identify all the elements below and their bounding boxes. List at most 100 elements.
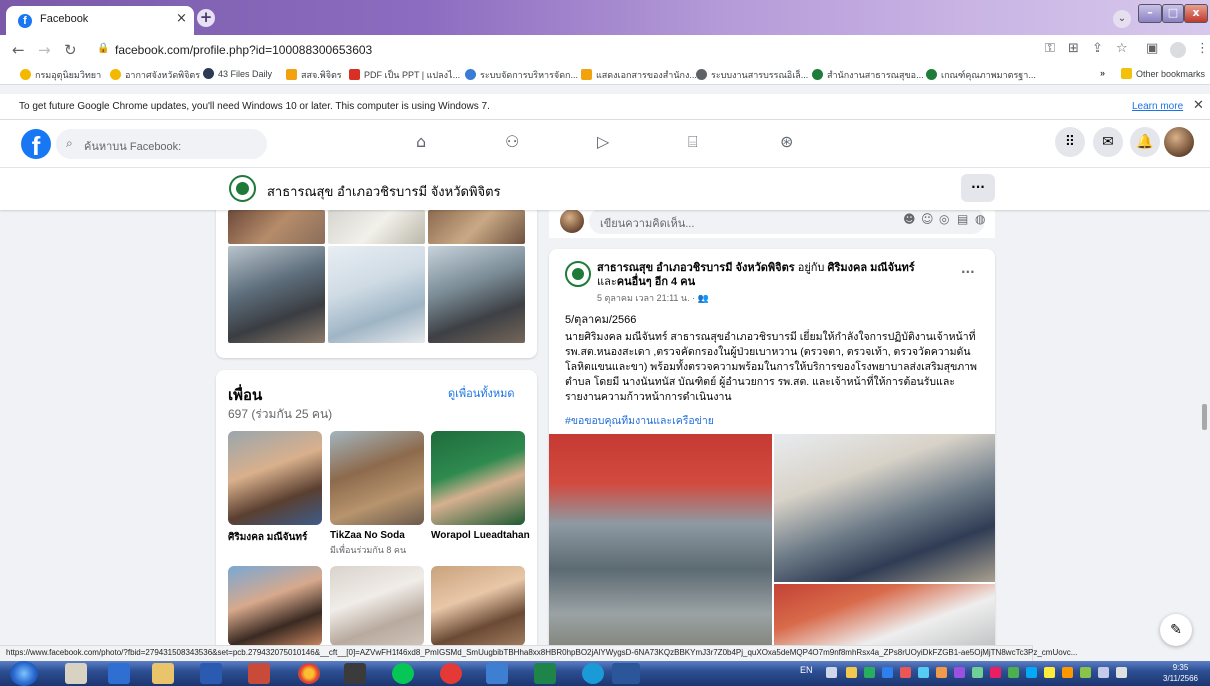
friend-photo[interactable] [330, 431, 424, 525]
photo-thumbnail[interactable] [228, 246, 325, 343]
line-app-icon[interactable] [392, 663, 414, 684]
friend-photo[interactable] [228, 566, 322, 646]
reload-icon[interactable]: ↻ [64, 41, 77, 59]
photo-thumbnail[interactable] [228, 210, 325, 244]
bookmark-item[interactable]: กรมอุตุนิยมวิทยา [20, 68, 101, 82]
bookmark-item[interactable]: PDF เป็น PPT | แปลงไ... [349, 68, 460, 82]
url-text[interactable]: facebook.com/profile.php?id=100088300653… [115, 43, 372, 57]
side-panel-icon[interactable]: ▣ [1146, 41, 1158, 56]
bookmark-item[interactable]: ระบบจัดการบริหารจัดก... [465, 68, 578, 82]
word-icon[interactable] [612, 663, 640, 684]
tray-icon[interactable] [990, 667, 1001, 678]
save-disk-icon[interactable] [200, 663, 222, 684]
friend-name[interactable]: Worapol Lueadtahan [431, 530, 530, 541]
avatar-sticker-icon[interactable]: ☻ [903, 212, 916, 226]
bookmarks-overflow-button[interactable]: » [1100, 68, 1105, 78]
edge-icon[interactable] [582, 663, 604, 684]
chrome-icon[interactable] [298, 663, 320, 684]
share-icon[interactable]: ⇪ [1092, 41, 1103, 56]
see-all-friends-link[interactable]: ดูเพื่อนทั้งหมด [448, 384, 515, 402]
close-icon[interactable]: ✕ [1193, 98, 1204, 113]
tray-icon[interactable] [918, 667, 929, 678]
friends-icon[interactable]: ⚇ [505, 132, 519, 151]
maximize-button[interactable]: □ [1162, 4, 1184, 23]
notifications-bell-icon[interactable]: 🔔 [1130, 127, 1160, 157]
emoji-icon[interactable]: ☺ [921, 212, 934, 226]
new-tab-button[interactable]: + [197, 9, 215, 27]
teamviewer-icon[interactable] [108, 663, 130, 684]
more-options-button[interactable]: ··· [961, 174, 995, 202]
media-player-icon[interactable] [344, 663, 366, 684]
bookmark-item[interactable]: แสดงเอกสารของสำนักง... [581, 68, 697, 82]
account-avatar[interactable] [1164, 127, 1194, 157]
new-message-icon[interactable]: ✎ [1160, 614, 1192, 646]
tray-icon[interactable] [936, 667, 947, 678]
page-title[interactable]: สาธารณสุข อำเภอวชิรบารมี จังหวัดพิจิตร [267, 181, 501, 202]
facebook-logo-icon[interactable]: f [21, 129, 51, 161]
excel-icon[interactable] [534, 663, 556, 684]
bookmark-star-icon[interactable]: ☆ [1116, 41, 1128, 56]
gaming-icon[interactable]: ⊛ [780, 132, 793, 151]
tray-icon[interactable] [900, 667, 911, 678]
post-meta[interactable]: 5 ตุลาคม เวลา 21:11 น. · 👥 [597, 291, 709, 305]
tray-icon[interactable] [882, 667, 893, 678]
friend-photo[interactable] [228, 431, 322, 525]
sticker-icon[interactable]: ◍ [975, 212, 985, 226]
search-input[interactable]: ⌕ ค้นหาบน Facebook: [56, 129, 267, 159]
back-arrow-icon[interactable]: ← [12, 41, 25, 59]
tray-icon[interactable] [1080, 667, 1091, 678]
tray-icon[interactable] [1044, 667, 1055, 678]
post-photo[interactable] [774, 434, 995, 582]
tab-close-icon[interactable]: × [176, 11, 187, 26]
tab-facebook[interactable]: f Facebook × [6, 6, 194, 35]
bookmark-item[interactable]: ระบบงานสารบรรณอิเล็... [696, 68, 808, 82]
scrollbar-thumb[interactable] [1202, 404, 1207, 430]
bookmark-item[interactable]: เกณฑ์คุณภาพมาตรฐา... [926, 68, 1036, 82]
bookmark-item[interactable]: สำนักงานสาธารณสุขอ... [812, 68, 924, 82]
translate-icon[interactable]: ⊞ [1068, 41, 1079, 56]
network-signal-icon[interactable] [1098, 667, 1109, 678]
photo-thumbnail[interactable] [328, 210, 425, 244]
tab-search-button[interactable]: ⌄ [1113, 10, 1131, 28]
post-author[interactable]: สาธารณสุข อำเภอวชิรบารมี จังหวัดพิจิตร [597, 262, 795, 274]
key-icon[interactable]: ⚿ [1045, 41, 1055, 56]
url-bar[interactable]: 🔒 facebook.com/profile.php?id=1000883006… [89, 38, 1189, 62]
tagged-others[interactable]: คนอื่นๆ อีก 4 คน [617, 276, 695, 288]
post-hashtag[interactable]: #ขอขอบคุณทีมงานและเครือข่าย [565, 412, 714, 429]
volume-icon[interactable] [1116, 667, 1127, 678]
photo-thumbnail[interactable] [328, 246, 425, 343]
minimize-button[interactable]: – [1138, 4, 1162, 23]
camera-icon[interactable]: ◎ [939, 212, 949, 226]
menu-icon[interactable]: ⋮ [1196, 41, 1209, 56]
page-logo-icon[interactable] [565, 261, 591, 287]
friend-name[interactable]: ศิริมงคล มณีจันทร์ [228, 530, 307, 545]
tray-icon[interactable] [954, 667, 965, 678]
close-window-button[interactable]: x [1184, 4, 1208, 23]
forward-arrow-icon[interactable]: → [38, 41, 51, 59]
profile-icon[interactable] [1170, 42, 1186, 58]
tray-icon[interactable] [1062, 667, 1073, 678]
bookmark-item[interactable]: สสจ.พิจิตร [286, 68, 342, 82]
tray-icon[interactable] [826, 667, 837, 678]
opera-icon[interactable] [440, 663, 462, 684]
messenger-icon[interactable]: ✉ [1093, 127, 1123, 157]
tray-icon[interactable] [1026, 667, 1037, 678]
home-icon[interactable]: ⌂ [416, 132, 426, 151]
tray-icon[interactable] [864, 667, 875, 678]
tagged-name[interactable]: ศิริมงคล มณีจันทร์ [827, 262, 914, 274]
start-button-icon[interactable] [10, 661, 38, 686]
other-bookmarks[interactable]: Other bookmarks [1121, 68, 1205, 79]
page-scrollbar[interactable] [1199, 168, 1210, 645]
menu-grid-icon[interactable]: ⠿ [1055, 127, 1085, 157]
friend-name[interactable]: TikZaa No Soda [330, 530, 405, 541]
bookmark-item[interactable]: อากาศจังหวัดพิจิตร [110, 68, 200, 82]
comment-input[interactable]: เขียนความคิดเห็น... ☻ ☺ ◎ ▤ ◍ [589, 208, 985, 234]
tray-icon[interactable] [846, 667, 857, 678]
learn-more-link[interactable]: Learn more [1132, 101, 1183, 112]
paint-icon[interactable] [248, 663, 270, 684]
marketplace-icon[interactable]: ⌸ [688, 132, 698, 152]
friend-photo[interactable] [431, 566, 525, 646]
tray-icon[interactable] [972, 667, 983, 678]
watch-icon[interactable]: ▷ [597, 132, 609, 151]
file-explorer-icon[interactable] [152, 663, 174, 684]
